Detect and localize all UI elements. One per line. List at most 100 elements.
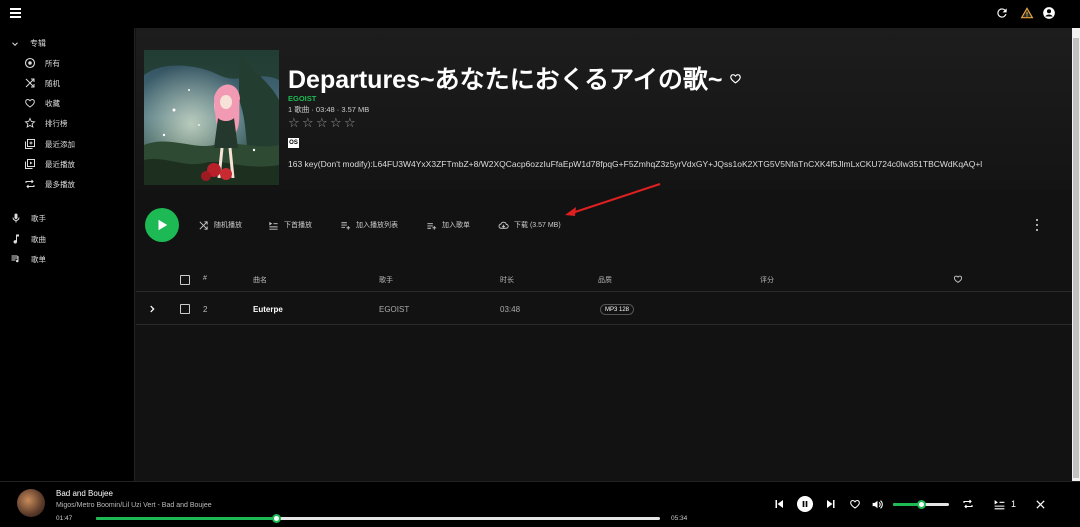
sidebar-item-label: 排行榜 [45,118,68,128]
heart-icon [850,499,860,509]
column-quality[interactable]: 品质 [598,275,612,285]
sidebar-item-label: 歌手 [31,213,46,223]
column-title[interactable]: 曲名 [253,275,267,285]
album-rating[interactable]: ☆ ☆ ☆ ☆ ☆ [288,116,357,129]
playlist-add-icon [427,222,437,230]
microphone-icon [12,213,20,223]
shuffle-icon [199,220,208,230]
close-icon [1035,499,1045,509]
favorite-heart-icon[interactable] [729,72,742,85]
queue-list-icon [994,499,1004,509]
repeat-icon [963,499,973,509]
volume-knob[interactable] [916,500,926,509]
more-options-icon[interactable] [1032,219,1042,231]
current-time: 01:47 [56,515,73,522]
refresh-icon[interactable] [995,6,1009,20]
column-artist[interactable]: 歌手 [379,275,393,285]
sidebar-item-top-rated[interactable]: 排行榜 [24,116,68,130]
sidebar-item-songs[interactable]: 歌曲 [10,232,46,246]
scrollbar[interactable] [1072,28,1080,481]
download-label: 下载 (3.57 MB) [514,222,561,229]
previous-button[interactable] [772,497,786,511]
sidebar-item-random[interactable]: 随机 [24,76,60,90]
now-playing-artist[interactable]: Migos/Metro Boomin/Lil Uzi Vert - Bad an… [56,502,212,509]
track-duration: 03:48 [500,305,521,314]
sidebar-item-artists[interactable]: 歌手 [10,211,46,225]
column-favorite-heart-icon[interactable] [953,274,963,284]
progress-slider[interactable] [96,514,660,523]
now-playing-cover[interactable] [17,489,45,517]
quality-badge: MP3 128 [600,304,635,315]
sidebar-section-albums[interactable]: 专辑 [10,38,46,49]
close-player-button[interactable] [1033,497,1047,511]
play-icon [158,219,168,231]
repeat-icon [25,179,35,189]
queue-button[interactable] [992,497,1006,511]
column-duration[interactable]: 时长 [500,275,514,285]
sidebar-item-all[interactable]: 所有 [24,56,60,70]
add-to-queue-button[interactable]: 加入播放列表 [340,219,398,231]
sidebar-item-label: 最多播放 [45,179,75,189]
sidebar-item-label: 收藏 [45,98,60,108]
album-title: Departures~あなたにおくるアイの歌~ [288,60,742,96]
sidebar-item-label: 随机 [45,78,60,88]
shuffle-play-button[interactable]: 随机播放 [198,219,242,231]
pause-button[interactable] [797,496,813,512]
add-to-queue-label: 加入播放列表 [356,222,398,229]
playlist-icon [11,255,19,263]
row-checkbox[interactable] [180,304,190,314]
pause-icon [802,501,808,507]
play-next-button[interactable]: 下首播放 [268,219,312,231]
sidebar-item-playlists[interactable]: 歌单 [10,252,46,266]
rating-star-icon[interactable]: ☆ [288,116,301,129]
track-title[interactable]: Euterpe [253,305,283,314]
album-meta: 1 歌曲 · 03:48 · 3.57 MB [288,105,370,114]
account-icon[interactable] [1042,6,1056,20]
rating-star-icon[interactable]: ☆ [302,116,315,129]
rating-star-icon[interactable]: ☆ [330,116,343,129]
rating-star-icon[interactable]: ☆ [344,116,357,129]
next-button[interactable] [824,497,838,511]
music-note-icon [13,234,19,244]
shuffle-play-label: 随机播放 [214,222,242,229]
play-next-label: 下首播放 [284,222,312,229]
cloud-download-icon [498,221,509,229]
track-artist[interactable]: EGOIST [379,305,409,314]
progress-knob[interactable] [271,514,281,523]
total-time: 05:34 [671,515,688,522]
sidebar-item-most-played[interactable]: 最多播放 [24,177,75,191]
chevron-right-icon[interactable] [147,304,157,314]
menu-icon[interactable] [10,8,22,20]
repeat-mode-button[interactable] [961,497,975,511]
sidebar-item-favorites[interactable]: 收藏 [24,96,60,110]
volume-slider[interactable] [893,500,949,509]
sidebar-item-recently-added[interactable]: 最近添加 [24,137,75,151]
track-number: 2 [203,305,208,314]
play-album-button[interactable] [145,208,179,242]
progress-fill [96,517,277,520]
sidebar-item-label: 歌单 [31,254,46,264]
volume-button[interactable] [870,497,884,511]
album-disc-icon [24,57,36,69]
now-playing-title[interactable]: Bad and Boujee [56,489,113,498]
column-rating[interactable]: 评分 [760,275,774,285]
os-badge: OS [288,138,299,148]
volume-icon [872,499,883,509]
album-artist-link[interactable]: EGOIST [288,94,316,103]
queue-add-icon [341,221,351,230]
recent-play-icon [25,159,35,169]
star-icon [24,117,36,128]
column-number[interactable]: # [203,275,207,282]
like-button[interactable] [848,497,862,511]
add-to-playlist-label: 加入歌单 [442,222,470,229]
album-cover-image [144,50,279,185]
add-to-playlist-button[interactable]: 加入歌单 [426,219,470,231]
download-button[interactable]: 下载 (3.57 MB) [498,219,561,231]
rating-star-icon[interactable]: ☆ [316,116,329,129]
sidebar-item-recently-played[interactable]: 最近播放 [24,157,75,171]
select-all-checkbox[interactable] [180,275,190,285]
play-next-icon [269,221,278,230]
album-comment: 163 key(Don't modify):L64FU3W4YxX3ZFTmbZ… [288,159,983,169]
warning-icon[interactable] [1020,6,1034,20]
album-title-text: Departures~あなたにおくるアイの歌~ [288,66,723,94]
